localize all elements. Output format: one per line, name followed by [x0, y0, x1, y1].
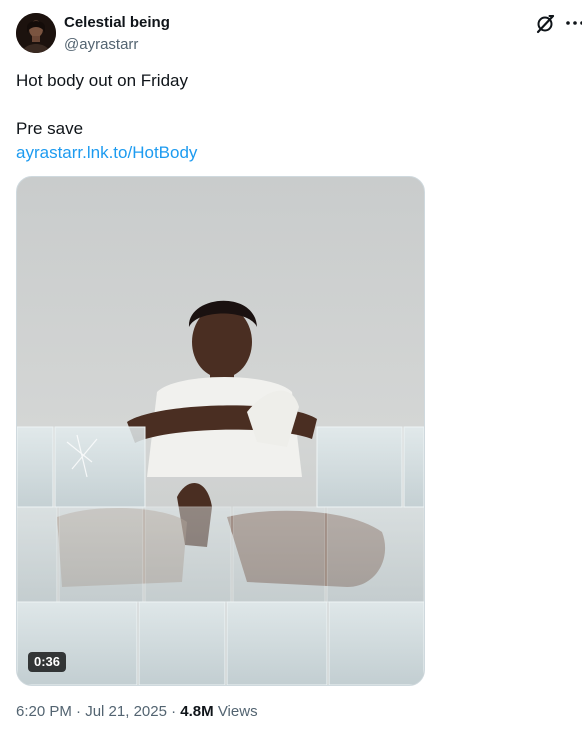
meta-separator: · [171, 703, 177, 720]
tweet-line: Pre save [16, 119, 84, 138]
views-count[interactable]: 4.8M [180, 703, 213, 720]
tweet-line: Hot body out on Friday [16, 71, 188, 90]
user-display-name[interactable]: Celestial being [64, 14, 170, 32]
more-options-icon[interactable] [564, 12, 583, 34]
video-player[interactable]: 0:36 [16, 176, 425, 686]
grok-icon[interactable] [534, 13, 556, 35]
tweet-link[interactable]: ayrastarr.lnk.to/HotBody [16, 143, 197, 162]
tweet-date[interactable]: Jul 21, 2025 [85, 703, 167, 720]
video-duration-badge: 0:36 [28, 652, 67, 672]
views-label: Views [217, 703, 258, 720]
tweet-time[interactable]: 6:20 PM [16, 703, 72, 720]
avatar-photo-icon [16, 13, 56, 53]
meta-separator: · [76, 703, 82, 720]
tweet-meta: 6:20 PM · Jul 21, 2025 · 4.8M Views [16, 702, 258, 722]
tweet-card[interactable]: Celestial being @ayrastarr Hot body out … [0, 0, 583, 737]
user-handle[interactable]: @ayrastarr [64, 36, 138, 54]
tweet-text: Hot body out on Friday Pre save ayrastar… [16, 69, 197, 165]
video-thumbnail [17, 177, 424, 685]
avatar[interactable] [16, 13, 56, 53]
